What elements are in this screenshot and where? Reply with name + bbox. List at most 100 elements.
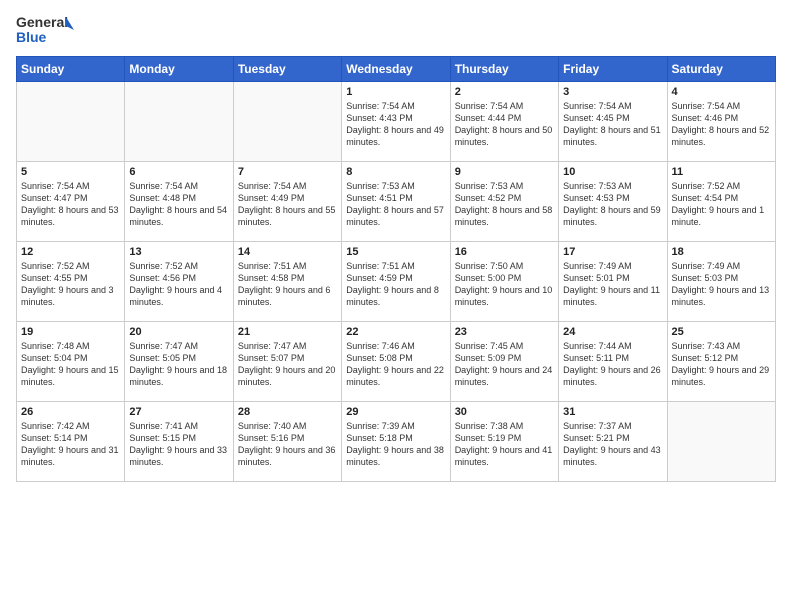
cell-info: Sunrise: 7:40 AM Sunset: 5:16 PM Dayligh…	[238, 420, 337, 469]
day-number: 7	[238, 166, 337, 178]
calendar-cell: 7Sunrise: 7:54 AM Sunset: 4:49 PM Daylig…	[233, 162, 341, 242]
cell-info: Sunrise: 7:49 AM Sunset: 5:03 PM Dayligh…	[672, 260, 771, 309]
calendar-cell: 3 Sunrise: 7:54 AM Sunset: 4:45 PM Daylig…	[559, 82, 667, 162]
svg-text:General: General	[16, 14, 68, 30]
calendar-cell	[233, 82, 341, 162]
day-number: 19	[21, 326, 120, 338]
header: GeneralBlue	[16, 12, 776, 48]
day-number: 9	[455, 166, 554, 178]
day-number: 24	[563, 326, 662, 338]
calendar-cell: 22 Sunrise: 7:46 AM Sunset: 5:08 PM Dayli…	[342, 322, 450, 402]
cell-info: Sunrise: 7:54 AM Sunset: 4:45 PM Dayligh…	[563, 100, 662, 149]
day-number: 8	[346, 166, 445, 178]
weekday-header-monday: Monday	[125, 57, 233, 82]
calendar-cell: 12 Sunrise: 7:52 AM Sunset: 4:55 PM Dayli…	[17, 242, 125, 322]
weekday-header-wednesday: Wednesday	[342, 57, 450, 82]
cell-info: Sunrise: 7:47 AM Sunset: 5:07 PM Dayligh…	[238, 340, 337, 389]
calendar-cell: 28 Sunrise: 7:40 AM Sunset: 5:16 PM Dayli…	[233, 402, 341, 482]
cell-info: Sunrise: 7:52 AM Sunset: 4:54 PM Dayligh…	[672, 180, 771, 229]
calendar-cell: 17 Sunrise: 7:49 AM Sunset: 5:01 PM Dayli…	[559, 242, 667, 322]
calendar-cell: 27Sunrise: 7:41 AM Sunset: 5:15 PM Dayli…	[125, 402, 233, 482]
logo: GeneralBlue	[16, 12, 76, 48]
weekday-header-row: SundayMondayTuesdayWednesdayThursdayFrid…	[17, 57, 776, 82]
calendar-table: SundayMondayTuesdayWednesdayThursdayFrid…	[16, 56, 776, 482]
day-number: 12	[21, 246, 120, 258]
calendar-cell: 11 Sunrise: 7:52 AM Sunset: 4:54 PM Dayli…	[667, 162, 775, 242]
calendar-cell: 24 Sunrise: 7:44 AM Sunset: 5:11 PM Dayli…	[559, 322, 667, 402]
calendar-cell: 2Sunrise: 7:54 AM Sunset: 4:44 PM Daylig…	[450, 82, 558, 162]
cell-info: Sunrise: 7:53 AM Sunset: 4:53 PM Dayligh…	[563, 180, 662, 229]
calendar-cell: 9 Sunrise: 7:53 AM Sunset: 4:52 PM Daylig…	[450, 162, 558, 242]
cell-info: Sunrise: 7:48 AM Sunset: 5:04 PM Dayligh…	[21, 340, 120, 389]
day-number: 25	[672, 326, 771, 338]
day-number: 15	[346, 246, 445, 258]
day-number: 20	[129, 326, 228, 338]
cell-info: Sunrise: 7:46 AM Sunset: 5:08 PM Dayligh…	[346, 340, 445, 389]
cell-info: Sunrise: 7:47 AM Sunset: 5:05 PM Dayligh…	[129, 340, 228, 389]
day-number: 10	[563, 166, 662, 178]
day-number: 2	[455, 86, 554, 98]
day-number: 4	[672, 86, 771, 98]
cell-info: Sunrise: 7:51 AM Sunset: 4:58 PM Dayligh…	[238, 260, 337, 309]
cell-info: Sunrise: 7:51 AM Sunset: 4:59 PM Dayligh…	[346, 260, 445, 309]
cell-info: Sunrise: 7:54 AM Sunset: 4:48 PM Dayligh…	[129, 180, 228, 229]
cell-info: Sunrise: 7:38 AM Sunset: 5:19 PM Dayligh…	[455, 420, 554, 469]
calendar-cell	[667, 402, 775, 482]
cell-info: Sunrise: 7:53 AM Sunset: 4:52 PM Dayligh…	[455, 180, 554, 229]
day-number: 11	[672, 166, 771, 178]
week-row-5: 26 Sunrise: 7:42 AM Sunset: 5:14 PM Dayli…	[17, 402, 776, 482]
weekday-header-friday: Friday	[559, 57, 667, 82]
calendar-cell	[125, 82, 233, 162]
cell-info: Sunrise: 7:43 AM Sunset: 5:12 PM Dayligh…	[672, 340, 771, 389]
calendar-cell: 5 Sunrise: 7:54 AM Sunset: 4:47 PM Daylig…	[17, 162, 125, 242]
calendar-cell: 1Sunrise: 7:54 AM Sunset: 4:43 PM Daylig…	[342, 82, 450, 162]
cell-info: Sunrise: 7:52 AM Sunset: 4:56 PM Dayligh…	[129, 260, 228, 309]
cell-info: Sunrise: 7:45 AM Sunset: 5:09 PM Dayligh…	[455, 340, 554, 389]
calendar-cell: 18Sunrise: 7:49 AM Sunset: 5:03 PM Dayli…	[667, 242, 775, 322]
day-number: 14	[238, 246, 337, 258]
day-number: 31	[563, 406, 662, 418]
day-number: 23	[455, 326, 554, 338]
weekday-header-tuesday: Tuesday	[233, 57, 341, 82]
cell-info: Sunrise: 7:49 AM Sunset: 5:01 PM Dayligh…	[563, 260, 662, 309]
cell-info: Sunrise: 7:50 AM Sunset: 5:00 PM Dayligh…	[455, 260, 554, 309]
day-number: 28	[238, 406, 337, 418]
day-number: 6	[129, 166, 228, 178]
calendar-cell: 25 Sunrise: 7:43 AM Sunset: 5:12 PM Dayli…	[667, 322, 775, 402]
calendar-cell: 26 Sunrise: 7:42 AM Sunset: 5:14 PM Dayli…	[17, 402, 125, 482]
svg-text:Blue: Blue	[16, 29, 47, 45]
cell-info: Sunrise: 7:53 AM Sunset: 4:51 PM Dayligh…	[346, 180, 445, 229]
calendar-cell	[17, 82, 125, 162]
calendar-cell: 4Sunrise: 7:54 AM Sunset: 4:46 PM Daylig…	[667, 82, 775, 162]
calendar-cell: 20 Sunrise: 7:47 AM Sunset: 5:05 PM Dayli…	[125, 322, 233, 402]
day-number: 27	[129, 406, 228, 418]
calendar-cell: 19 Sunrise: 7:48 AM Sunset: 5:04 PM Dayli…	[17, 322, 125, 402]
day-number: 30	[455, 406, 554, 418]
day-number: 3	[563, 86, 662, 98]
calendar-cell: 21 Sunrise: 7:47 AM Sunset: 5:07 PM Dayli…	[233, 322, 341, 402]
weekday-header-thursday: Thursday	[450, 57, 558, 82]
weekday-header-saturday: Saturday	[667, 57, 775, 82]
cell-info: Sunrise: 7:54 AM Sunset: 4:47 PM Dayligh…	[21, 180, 120, 229]
cell-info: Sunrise: 7:52 AM Sunset: 4:55 PM Dayligh…	[21, 260, 120, 309]
day-number: 26	[21, 406, 120, 418]
day-number: 13	[129, 246, 228, 258]
calendar-cell: 10 Sunrise: 7:53 AM Sunset: 4:53 PM Dayli…	[559, 162, 667, 242]
calendar-cell: 30 Sunrise: 7:38 AM Sunset: 5:19 PM Dayli…	[450, 402, 558, 482]
day-number: 21	[238, 326, 337, 338]
cell-info: Sunrise: 7:44 AM Sunset: 5:11 PM Dayligh…	[563, 340, 662, 389]
cell-info: Sunrise: 7:42 AM Sunset: 5:14 PM Dayligh…	[21, 420, 120, 469]
week-row-3: 12 Sunrise: 7:52 AM Sunset: 4:55 PM Dayli…	[17, 242, 776, 322]
calendar-cell: 15 Sunrise: 7:51 AM Sunset: 4:59 PM Dayli…	[342, 242, 450, 322]
day-number: 22	[346, 326, 445, 338]
day-number: 29	[346, 406, 445, 418]
week-row-4: 19 Sunrise: 7:48 AM Sunset: 5:04 PM Dayli…	[17, 322, 776, 402]
day-number: 17	[563, 246, 662, 258]
cell-info: Sunrise: 7:37 AM Sunset: 5:21 PM Dayligh…	[563, 420, 662, 469]
calendar-cell: 8 Sunrise: 7:53 AM Sunset: 4:51 PM Daylig…	[342, 162, 450, 242]
cell-info: Sunrise: 7:54 AM Sunset: 4:43 PM Dayligh…	[346, 100, 445, 149]
day-number: 5	[21, 166, 120, 178]
calendar-cell: 16Sunrise: 7:50 AM Sunset: 5:00 PM Dayli…	[450, 242, 558, 322]
calendar-cell: 31 Sunrise: 7:37 AM Sunset: 5:21 PM Dayli…	[559, 402, 667, 482]
calendar-cell: 29Sunrise: 7:39 AM Sunset: 5:18 PM Dayli…	[342, 402, 450, 482]
